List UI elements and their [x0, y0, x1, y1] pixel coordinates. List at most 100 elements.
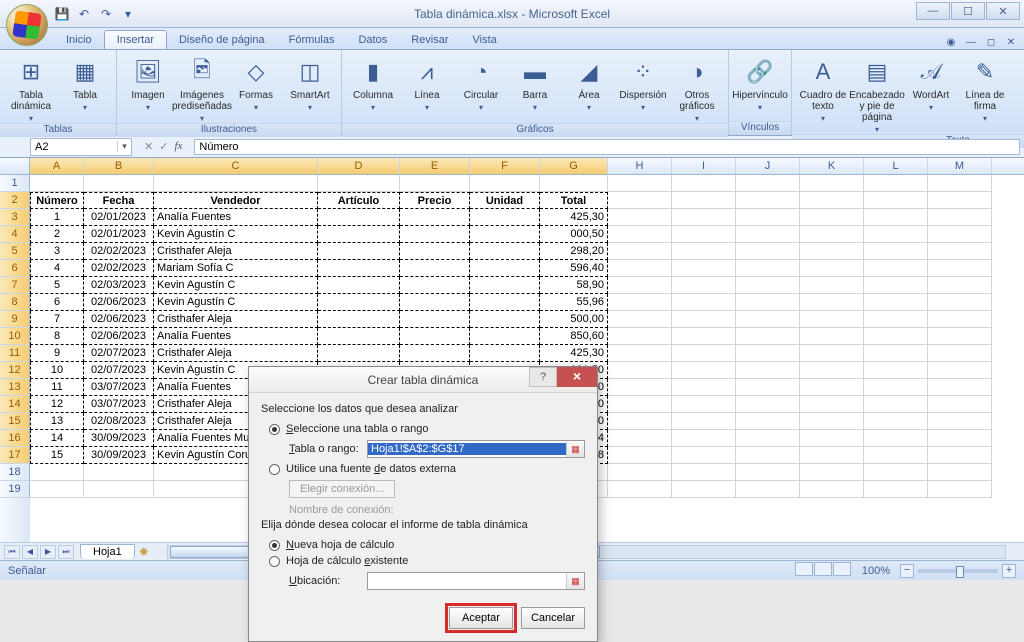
cell-J19[interactable]: [736, 481, 800, 498]
cmd-tabla-dinamica[interactable]: ⊞Tabla dinámica▾: [6, 56, 56, 123]
cell-H10[interactable]: [608, 328, 672, 345]
cell-E9[interactable]: [400, 311, 470, 328]
radio-select-range[interactable]: [269, 424, 280, 435]
cell-M3[interactable]: [928, 209, 992, 226]
cell-D4[interactable]: [318, 226, 400, 243]
row-header-1[interactable]: 1: [0, 175, 30, 192]
row-header-17[interactable]: 17: [0, 447, 30, 464]
cmd-hipervinculo[interactable]: 🔗Hipervínculo▾: [735, 56, 785, 112]
cell-J16[interactable]: [736, 430, 800, 447]
cell-J1[interactable]: [736, 175, 800, 192]
cell-I8[interactable]: [672, 294, 736, 311]
cell-L1[interactable]: [864, 175, 928, 192]
cell-A5[interactable]: 3: [30, 243, 84, 260]
undo-icon[interactable]: ↶: [76, 6, 92, 22]
cell-A10[interactable]: 8: [30, 328, 84, 345]
cell-B11[interactable]: 02/07/2023: [84, 345, 154, 362]
cell-G1[interactable]: [540, 175, 608, 192]
cell-D11[interactable]: [318, 345, 400, 362]
cell-A17[interactable]: 15: [30, 447, 84, 464]
cell-M8[interactable]: [928, 294, 992, 311]
cell-A15[interactable]: 13: [30, 413, 84, 430]
cell-M17[interactable]: [928, 447, 992, 464]
row-header-2[interactable]: 2: [0, 192, 30, 209]
sheet-nav-first[interactable]: ⏮: [4, 545, 20, 559]
cell-A7[interactable]: 5: [30, 277, 84, 294]
cell-L5[interactable]: [864, 243, 928, 260]
cell-G8[interactable]: 55,96: [540, 294, 608, 311]
cell-I14[interactable]: [672, 396, 736, 413]
cell-J13[interactable]: [736, 379, 800, 396]
row-header-7[interactable]: 7: [0, 277, 30, 294]
maximize-button[interactable]: ☐: [951, 2, 985, 20]
cell-C11[interactable]: Cristhafer Aleja: [154, 345, 318, 362]
qat-dropdown-icon[interactable]: ▾: [120, 6, 136, 22]
sheet-nav-next[interactable]: ▶: [40, 545, 56, 559]
radio-existing-sheet[interactable]: [269, 556, 280, 567]
tab-datos[interactable]: Datos: [346, 31, 399, 49]
col-header-H[interactable]: H: [608, 158, 672, 174]
cell-F11[interactable]: [470, 345, 540, 362]
cell-L2[interactable]: [864, 192, 928, 209]
cell-I7[interactable]: [672, 277, 736, 294]
cell-L4[interactable]: [864, 226, 928, 243]
cmd-barra[interactable]: ▬Barra▾: [510, 56, 560, 112]
fx-icon[interactable]: fx: [174, 140, 182, 153]
cell-K7[interactable]: [800, 277, 864, 294]
view-buttons[interactable]: [795, 562, 852, 579]
cell-C10[interactable]: Analía Fuentes: [154, 328, 318, 345]
cell-J18[interactable]: [736, 464, 800, 481]
cell-M13[interactable]: [928, 379, 992, 396]
new-sheet-icon[interactable]: ✸: [139, 545, 157, 559]
cell-M6[interactable]: [928, 260, 992, 277]
cell-G5[interactable]: 298,20: [540, 243, 608, 260]
cell-B17[interactable]: 30/09/2023: [84, 447, 154, 464]
cell-F7[interactable]: [470, 277, 540, 294]
select-all-corner[interactable]: [0, 158, 30, 174]
save-icon[interactable]: 💾: [54, 6, 70, 22]
cell-L7[interactable]: [864, 277, 928, 294]
cell-L11[interactable]: [864, 345, 928, 362]
cell-M18[interactable]: [928, 464, 992, 481]
cell-M2[interactable]: [928, 192, 992, 209]
cell-H9[interactable]: [608, 311, 672, 328]
col-header-M[interactable]: M: [928, 158, 992, 174]
cell-K17[interactable]: [800, 447, 864, 464]
cell-E6[interactable]: [400, 260, 470, 277]
col-header-I[interactable]: I: [672, 158, 736, 174]
dialog-help-button[interactable]: ?: [529, 367, 557, 387]
col-header-G[interactable]: G: [540, 158, 608, 174]
cmd-imagen[interactable]: 🖼Imagen▾: [123, 56, 173, 112]
row-header-11[interactable]: 11: [0, 345, 30, 362]
cell-M9[interactable]: [928, 311, 992, 328]
zoom-in-button[interactable]: +: [1002, 564, 1016, 578]
cell-B10[interactable]: 02/06/2023: [84, 328, 154, 345]
cell-H7[interactable]: [608, 277, 672, 294]
cell-B1[interactable]: [84, 175, 154, 192]
cell-H18[interactable]: [608, 464, 672, 481]
cell-J5[interactable]: [736, 243, 800, 260]
cell-J12[interactable]: [736, 362, 800, 379]
row-header-10[interactable]: 10: [0, 328, 30, 345]
cmd-encabezado[interactable]: ▤Encabezado y pie de página▾: [852, 56, 902, 134]
cell-H1[interactable]: [608, 175, 672, 192]
cell-A19[interactable]: [30, 481, 84, 498]
cell-C2[interactable]: Vendedor: [154, 192, 318, 209]
cell-J9[interactable]: [736, 311, 800, 328]
cell-B12[interactable]: 02/07/2023: [84, 362, 154, 379]
cell-H12[interactable]: [608, 362, 672, 379]
cell-I1[interactable]: [672, 175, 736, 192]
cell-C8[interactable]: Kevin Agustín C: [154, 294, 318, 311]
cell-K3[interactable]: [800, 209, 864, 226]
office-button[interactable]: [6, 4, 48, 46]
cell-J8[interactable]: [736, 294, 800, 311]
cell-F8[interactable]: [470, 294, 540, 311]
cell-E3[interactable]: [400, 209, 470, 226]
cell-H4[interactable]: [608, 226, 672, 243]
cell-E2[interactable]: Precio: [400, 192, 470, 209]
cell-H16[interactable]: [608, 430, 672, 447]
cell-B9[interactable]: 02/06/2023: [84, 311, 154, 328]
col-header-C[interactable]: C: [154, 158, 318, 174]
row-header-12[interactable]: 12: [0, 362, 30, 379]
cell-J10[interactable]: [736, 328, 800, 345]
